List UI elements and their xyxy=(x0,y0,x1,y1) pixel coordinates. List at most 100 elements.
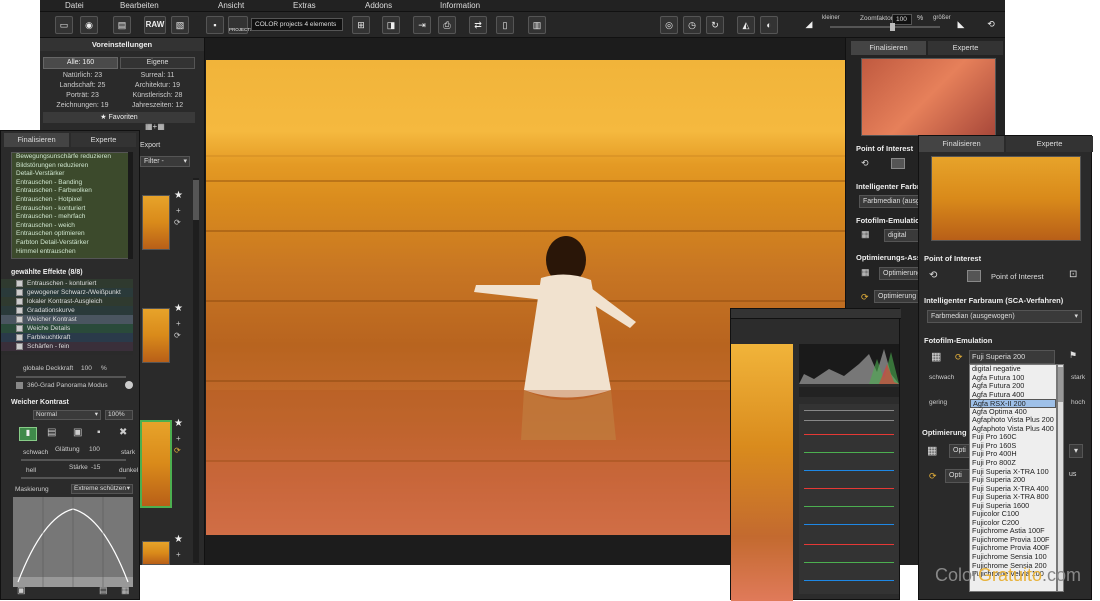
camera-icon[interactable]: ◉ xyxy=(80,16,98,34)
film-select[interactable]: Fuji Superia 200 xyxy=(969,350,1055,364)
plus-icon[interactable]: + xyxy=(176,550,181,559)
list-item[interactable]: Entrauschen - weich xyxy=(12,222,128,231)
zoom-slider-handle[interactable] xyxy=(890,23,895,31)
save-icon[interactable]: ▪ xyxy=(206,16,224,34)
digital-select[interactable]: digital xyxy=(884,229,919,242)
reset-icon[interactable]: ⟲ xyxy=(861,158,869,169)
zoom-value[interactable]: 100 xyxy=(892,14,912,25)
grid-icon[interactable]: ▦ xyxy=(861,267,870,278)
info-icon[interactable]: ▯ xyxy=(496,16,514,34)
checkbox[interactable] xyxy=(16,307,23,314)
list-item[interactable]: Entrauschen - mehrfach xyxy=(12,213,128,222)
zoom-in-icon[interactable]: ◣ xyxy=(952,16,970,34)
list-item[interactable]: Bildstörungen reduzieren xyxy=(12,162,128,171)
poi-button[interactable] xyxy=(891,158,905,169)
plus-icon[interactable]: + xyxy=(176,206,181,215)
masking-select[interactable]: Extreme schützen ▾ xyxy=(71,484,133,494)
preview-eye-icon[interactable]: ◎ xyxy=(660,16,678,34)
tab-expert[interactable]: Experte xyxy=(928,41,1003,55)
menu-information[interactable]: Information xyxy=(440,1,480,10)
list-item[interactable]: Entrauschen - Hotpixel xyxy=(12,196,128,205)
list-item[interactable]: Entrauschen - Farbwolken xyxy=(12,187,128,196)
histogram-icon[interactable]: ▥ xyxy=(528,16,546,34)
optimize-button[interactable]: Opti xyxy=(949,444,971,458)
refresh-icon[interactable]: ⟳ xyxy=(955,352,963,363)
selected-effect-row[interactable]: gewogener Schwarz-/Weißpunkt xyxy=(1,288,133,297)
preset-category[interactable]: Landschaft: 25 xyxy=(45,81,120,91)
selected-effect-row-active[interactable]: Weicher Kontrast xyxy=(1,315,133,324)
copy-icon[interactable]: ▣ xyxy=(73,427,82,438)
checkbox[interactable] xyxy=(16,334,23,341)
checkbox[interactable] xyxy=(16,298,23,305)
zoom-out-icon[interactable]: ◢ xyxy=(800,16,818,34)
batch-icon[interactable]: ▤ xyxy=(113,16,131,34)
selected-effect-row[interactable]: Entrauschen - konturiert xyxy=(1,279,133,288)
grid-icon[interactable]: ▦ xyxy=(861,229,870,240)
panorama-checkbox[interactable] xyxy=(16,382,23,389)
compare-icon[interactable]: ◨ xyxy=(382,16,400,34)
edit-icon[interactable]: ▤ xyxy=(47,427,56,438)
menu-addons[interactable]: Addons xyxy=(365,1,392,10)
preset-category[interactable]: Architektur: 19 xyxy=(120,81,195,91)
favorite-star-icon[interactable]: ★ xyxy=(174,534,183,545)
list-item[interactable]: Bewegungsunschärfe reduzieren xyxy=(12,153,128,162)
open-file-button[interactable]: ▭ xyxy=(55,16,73,34)
checkbox[interactable] xyxy=(16,289,23,296)
menu-datei[interactable]: Datei xyxy=(65,1,84,10)
selected-effect-row[interactable]: Gradationskurve xyxy=(1,306,133,315)
film-dropdown-scrollbar[interactable] xyxy=(1057,364,1064,592)
preset-thumbnail[interactable] xyxy=(142,541,170,565)
masking-curve-graph[interactable] xyxy=(13,497,133,587)
optimize-button[interactable]: Optimierung xyxy=(879,267,921,280)
panorama-toggle[interactable] xyxy=(125,381,133,389)
export-icon[interactable]: ⇥ xyxy=(413,16,431,34)
poi-icon[interactable] xyxy=(967,270,981,282)
selected-effect-row[interactable]: Weiche Details xyxy=(1,324,133,333)
grid-icon[interactable]: ▦ xyxy=(931,350,941,363)
add-preset-icon[interactable]: ▦+▦ xyxy=(145,122,185,134)
farbmedian-select[interactable]: Farbmedian (ausgewogen) ▾ xyxy=(927,310,1082,323)
tab-all-presets[interactable]: Alle: 160 xyxy=(43,57,118,69)
export-mask-icon[interactable]: ▦ xyxy=(121,585,130,596)
share-icon[interactable]: ⇄ xyxy=(469,16,487,34)
history-icon[interactable]: ◷ xyxy=(683,16,701,34)
grid-icon[interactable]: ▦ xyxy=(927,444,937,457)
glaettung-value[interactable]: 100 xyxy=(89,446,100,453)
tab-finalize[interactable]: Finalisieren xyxy=(851,41,926,55)
preset-category[interactable]: Künstlerisch: 28 xyxy=(120,91,195,101)
save-mask-icon[interactable]: ▤ xyxy=(99,585,108,596)
favorite-star-icon[interactable]: ★ xyxy=(174,303,183,314)
menu-ansicht[interactable]: Ansicht xyxy=(218,1,244,10)
global-opacity-value[interactable]: 100 xyxy=(81,365,92,372)
tab-expert[interactable]: Experte xyxy=(1006,136,1093,152)
selected-effect-row[interactable]: Farbleuchtkraft xyxy=(1,333,133,342)
effects-scrollbar[interactable] xyxy=(128,152,133,259)
scrollbar-thumb[interactable] xyxy=(1058,367,1063,402)
blend-mode-select[interactable]: Normal ▾ xyxy=(33,410,101,420)
print-icon[interactable]: ⎙ xyxy=(438,16,456,34)
selected-effect-row[interactable]: Schärfen - fein xyxy=(1,342,133,351)
optimize-button-2[interactable]: Opti xyxy=(945,469,971,483)
reset-icon[interactable]: ⟲ xyxy=(929,270,937,281)
blend-opacity-select[interactable]: 100% xyxy=(105,410,133,420)
scrollbar-thumb[interactable] xyxy=(193,180,199,220)
tab-own-presets[interactable]: Eigene xyxy=(120,57,195,69)
rotate-icon[interactable]: ⟲ xyxy=(982,16,1000,34)
tool-icon-row[interactable] xyxy=(799,387,899,397)
menu-extras[interactable]: Extras xyxy=(293,1,316,10)
poi-button[interactable]: Point of Interest xyxy=(991,272,1044,281)
projects-button[interactable]: PROJECTS xyxy=(228,16,253,34)
tab-expert[interactable]: Experte xyxy=(71,133,136,147)
list-item[interactable]: Himmel entrauschen xyxy=(12,248,128,257)
refresh-icon[interactable]: ⟳ xyxy=(174,331,181,340)
checkbox[interactable] xyxy=(16,325,23,332)
list-item[interactable]: Entrauschen - konturiert xyxy=(12,205,128,214)
target-icon[interactable]: ⊡ xyxy=(1069,269,1077,280)
selected-effect-row[interactable]: lokaler Kontrast-Ausgleich xyxy=(1,297,133,306)
preset-category[interactable]: Natürlich: 23 xyxy=(45,71,120,81)
raw-button[interactable]: RAW xyxy=(144,16,166,34)
settings-icon[interactable]: ◐ xyxy=(760,16,778,34)
load-icon[interactable]: ▣ xyxy=(17,585,26,596)
list-item[interactable]: Entrauschen - Banding xyxy=(12,179,128,188)
list-item[interactable]: Farbton Detail-Verstärker xyxy=(12,239,128,248)
